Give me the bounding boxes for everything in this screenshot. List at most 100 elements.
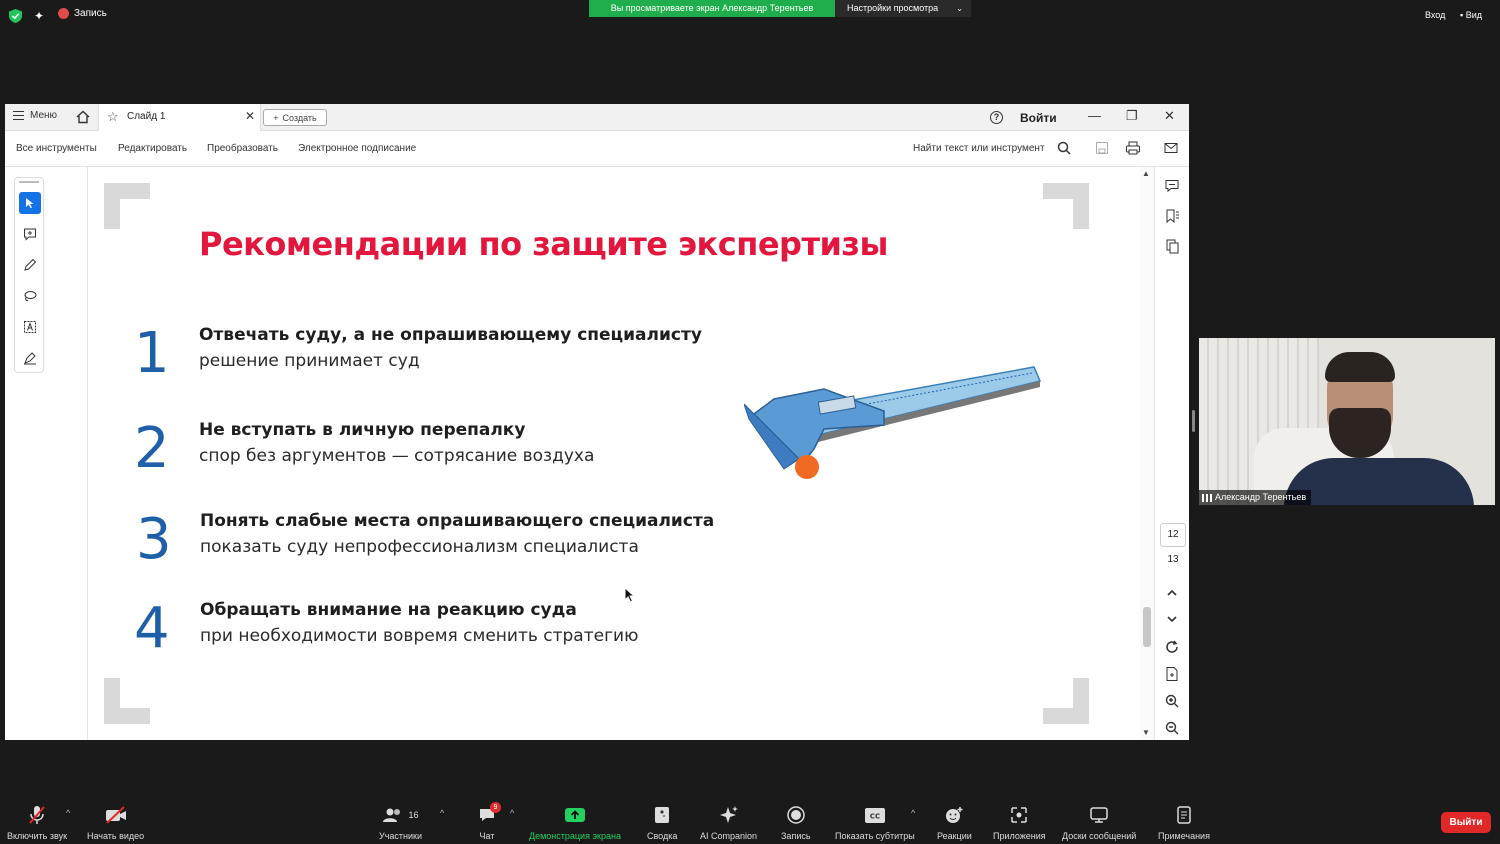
- pages-icon[interactable]: [1164, 238, 1180, 254]
- save-icon[interactable]: [1094, 140, 1110, 156]
- help-icon[interactable]: ?: [990, 111, 1003, 124]
- login-button[interactable]: Вход: [1425, 10, 1445, 20]
- close-window-icon[interactable]: ✕: [1164, 108, 1175, 124]
- record-dot-icon: [58, 8, 69, 19]
- leave-button[interactable]: Выйти: [1441, 812, 1491, 833]
- captions-button[interactable]: CC Показать субтитры: [835, 804, 915, 841]
- lasso-tool[interactable]: [19, 285, 41, 307]
- participant-name: Александр Терентьев: [1215, 492, 1307, 502]
- recommendation-item: 1 Отвечать суду, а не опрашивающему спец…: [134, 321, 754, 395]
- refresh-icon[interactable]: [1164, 639, 1180, 655]
- hamburger-icon: [13, 111, 24, 120]
- ai-sparkle-icon: [719, 806, 738, 823]
- sharing-banner: Вы просматриваете экран Александр Терент…: [589, 0, 835, 17]
- chat-caret[interactable]: ^: [510, 808, 514, 818]
- sign-in-button[interactable]: Войти: [1020, 111, 1057, 125]
- sparkle-icon[interactable]: ✦: [34, 9, 44, 23]
- menu-button[interactable]: Меню: [13, 110, 57, 121]
- slide-page: Рекомендации по защите экспертизы 1 Отве…: [89, 167, 1104, 740]
- draw-tool[interactable]: [19, 254, 41, 276]
- right-rail: 12 13: [1154, 167, 1189, 740]
- record-button[interactable]: Запись: [781, 804, 811, 841]
- view-options-button[interactable]: Настройки просмотра ⌄: [835, 0, 971, 17]
- scroll-down-icon[interactable]: ▼: [1142, 728, 1150, 737]
- chat-badge: 9: [490, 802, 501, 813]
- summary-button[interactable]: Сводка: [647, 804, 677, 841]
- ai-companion-label: AI Companion: [700, 831, 758, 841]
- chevron-up-icon[interactable]: [1164, 585, 1180, 601]
- share-screen-label: Демонстрация экрана: [529, 831, 621, 841]
- print-icon[interactable]: [1125, 140, 1141, 156]
- captions-label: Показать субтитры: [835, 831, 915, 841]
- start-video-button[interactable]: Начать видео: [87, 804, 144, 841]
- scroll-thumb[interactable]: [1143, 607, 1151, 647]
- vertical-scrollbar[interactable]: ▲ ▼: [1140, 167, 1154, 740]
- recommendation-item: 2 Не вступать в личную перепалку спор бе…: [134, 416, 754, 490]
- chevron-down-icon: ⌄: [956, 4, 963, 13]
- all-tools-tab[interactable]: Все инструменты: [16, 143, 97, 154]
- chevron-down-icon[interactable]: [1164, 611, 1180, 627]
- chat-button[interactable]: 9 Чат: [478, 802, 501, 841]
- restore-icon[interactable]: ❐: [1126, 108, 1138, 124]
- item-heading: Понять слабые места опрашивающего специа…: [200, 511, 715, 531]
- item-subtext: спор без аргументов — сотрясание воздуха: [199, 446, 595, 466]
- unmute-button[interactable]: Включить звук: [7, 804, 67, 841]
- page-total: 13: [1167, 554, 1179, 565]
- create-button[interactable]: + Создать: [263, 109, 327, 126]
- comment-tool[interactable]: [19, 223, 41, 245]
- find-tools-label[interactable]: Найти текст или инструмент: [913, 143, 1045, 154]
- participant-video[interactable]: Александр Терентьев: [1199, 338, 1495, 505]
- participants-button[interactable]: 16 Участники: [379, 804, 422, 841]
- comments-panel-icon[interactable]: [1164, 178, 1180, 194]
- zoom-out-icon[interactable]: [1164, 720, 1180, 736]
- view-button[interactable]: ▪ Вид: [1460, 10, 1482, 20]
- item-number: 4: [134, 596, 170, 661]
- bookmark-icon[interactable]: [1164, 208, 1180, 224]
- captions-caret[interactable]: ^: [911, 808, 915, 818]
- acrobat-tab-bar: Меню ☆ Слайд 1 ✕ + Создать ? Войти — ❐ ✕: [5, 104, 1189, 131]
- sign-tool[interactable]: [19, 347, 41, 369]
- panel-divider-handle[interactable]: [1192, 410, 1195, 432]
- recording-indicator[interactable]: Запись: [58, 8, 107, 19]
- item-heading: Отвечать суду, а не опрашивающему специа…: [199, 325, 702, 345]
- lasso-icon: [24, 291, 37, 302]
- participants-caret[interactable]: ^: [440, 808, 444, 818]
- page-extract-icon[interactable]: [1164, 666, 1180, 682]
- audio-options-caret[interactable]: ^: [66, 808, 70, 818]
- item-subtext: показать суду непрофессионализм специали…: [200, 537, 639, 557]
- whiteboards-label: Доски сообщений: [1062, 831, 1137, 841]
- ai-companion-button[interactable]: AI Companion: [700, 804, 757, 841]
- quick-tools: [14, 177, 44, 373]
- pencil-icon: [24, 258, 37, 271]
- reactions-button[interactable]: Реакции: [937, 804, 972, 841]
- edit-tab[interactable]: Редактировать: [118, 143, 187, 154]
- notes-button[interactable]: Примечания: [1158, 804, 1210, 841]
- minimize-icon[interactable]: —: [1088, 108, 1101, 123]
- tab-slide[interactable]: ☆ Слайд 1 ✕: [98, 104, 261, 131]
- zoom-control-bar: Включить звук ^ Начать видео 16 Участник…: [0, 798, 1500, 844]
- zoom-in-icon[interactable]: [1164, 693, 1180, 709]
- star-icon[interactable]: ☆: [107, 109, 119, 125]
- shared-screen-window: Меню ☆ Слайд 1 ✕ + Создать ? Войти — ❐ ✕…: [5, 104, 1189, 740]
- shield-icon[interactable]: [9, 9, 22, 23]
- apps-button[interactable]: Приложения: [993, 804, 1046, 841]
- text-box-tool[interactable]: [19, 316, 41, 338]
- page-number-input[interactable]: 12: [1160, 523, 1186, 547]
- participants-count: 16: [408, 810, 419, 820]
- reaction-smile-icon: [946, 807, 963, 823]
- esign-tab[interactable]: Электронное подписание: [298, 143, 416, 154]
- whiteboards-button[interactable]: Доски сообщений: [1062, 804, 1136, 841]
- mail-icon[interactable]: [1163, 140, 1179, 156]
- whiteboard-icon: [1090, 807, 1108, 823]
- drag-handle[interactable]: [19, 181, 39, 183]
- text-select-icon: [24, 321, 36, 333]
- select-tool[interactable]: [19, 192, 41, 214]
- plus-icon: +: [273, 112, 279, 123]
- convert-tab[interactable]: Преобразовать: [207, 143, 278, 154]
- search-icon[interactable]: [1056, 140, 1072, 156]
- share-screen-button[interactable]: Демонстрация экрана: [529, 804, 621, 841]
- home-icon[interactable]: [75, 109, 91, 125]
- signature-icon: [24, 352, 36, 365]
- close-tab-icon[interactable]: ✕: [245, 109, 255, 123]
- scroll-up-icon[interactable]: ▲: [1142, 169, 1150, 178]
